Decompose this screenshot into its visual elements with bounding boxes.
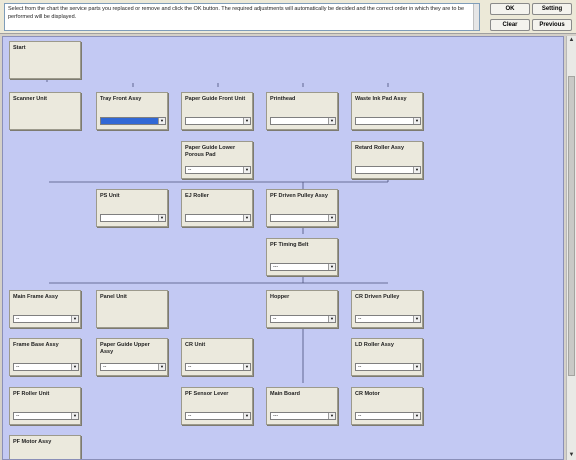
node-main-frame-assy[interactable]: Main Frame Assy -- ▼	[9, 290, 81, 328]
node-frame-base-assy[interactable]: Frame Base Assy -- ▼	[9, 338, 81, 376]
node-paper-guide-front-unit[interactable]: Paper Guide Front Unit ▼	[181, 92, 253, 130]
node-cr-motor[interactable]: CR Motor -- ▼	[351, 387, 423, 425]
cr-unit-select[interactable]: -- ▼	[185, 363, 251, 371]
node-paper-guide-upper-assy[interactable]: Paper Guide Upper Assy -- ▼	[96, 338, 168, 376]
vertical-scrollbar[interactable]: ▲ ▼	[566, 36, 576, 460]
chevron-down-icon[interactable]: ▼	[243, 364, 250, 370]
chevron-down-icon[interactable]: ▼	[413, 364, 420, 370]
chevron-down-icon[interactable]: ▼	[328, 413, 335, 419]
node-hopper[interactable]: Hopper -- ▼	[266, 290, 338, 328]
pf-sensor-lever-select[interactable]: -- ▼	[185, 412, 251, 420]
node-tray-front-assy[interactable]: Tray Front Assy ▼	[96, 92, 168, 130]
chevron-down-icon[interactable]: ▼	[158, 364, 165, 370]
node-printhead[interactable]: Printhead ▼	[266, 92, 338, 130]
node-panel-unit[interactable]: Panel Unit	[96, 290, 168, 328]
paper-guide-upper-assy-select[interactable]: -- ▼	[100, 363, 166, 371]
ej-roller-select[interactable]: ▼	[185, 214, 251, 222]
node-cr-unit[interactable]: CR Unit -- ▼	[181, 338, 253, 376]
waste-ink-pad-assy-select[interactable]: ▼	[355, 117, 421, 125]
pf-timing-belt-select[interactable]: --- ▼	[270, 263, 336, 271]
instructions-scrollbar[interactable]	[473, 4, 479, 30]
chevron-down-icon[interactable]: ▼	[413, 118, 420, 124]
node-paper-guide-lower-porous-pad[interactable]: Paper Guide Lower Porous Pad -- ▼	[181, 141, 253, 179]
cr-motor-select[interactable]: -- ▼	[355, 412, 421, 420]
chevron-down-icon[interactable]: ▼	[328, 118, 335, 124]
retard-roller-assy-select[interactable]: ▼	[355, 166, 421, 174]
chevron-down-icon[interactable]: ▼	[71, 364, 78, 370]
chevron-down-icon[interactable]: ▼	[243, 413, 250, 419]
main-frame-assy-select[interactable]: -- ▼	[13, 315, 79, 323]
main-board-select[interactable]: --- ▼	[270, 412, 336, 420]
chevron-down-icon[interactable]: ▼	[158, 215, 165, 221]
chevron-down-icon[interactable]: ▼	[158, 118, 165, 124]
node-waste-ink-pad-assy[interactable]: Waste Ink Pad Assy ▼	[351, 92, 423, 130]
tray-front-assy-select[interactable]: ▼	[100, 117, 166, 125]
node-retard-roller-assy[interactable]: Retard Roller Assy ▼	[351, 141, 423, 179]
chevron-down-icon[interactable]: ▼	[243, 215, 250, 221]
flowchart-canvas: Start Scanner Unit Tray Front Assy ▼ Pap…	[2, 36, 564, 460]
ok-button[interactable]: OK	[490, 3, 530, 15]
node-pf-timing-belt[interactable]: PF Timing Belt --- ▼	[266, 238, 338, 276]
node-start[interactable]: Start	[9, 41, 81, 79]
chevron-down-icon[interactable]: ▼	[71, 316, 78, 322]
paper-guide-lower-porous-pad-select[interactable]: -- ▼	[185, 166, 251, 174]
scroll-up-icon[interactable]: ▲	[567, 36, 576, 45]
chevron-down-icon[interactable]: ▼	[71, 413, 78, 419]
paper-guide-front-unit-select[interactable]: ▼	[185, 117, 251, 125]
node-ld-roller-assy[interactable]: LD Roller Assy -- ▼	[351, 338, 423, 376]
scroll-down-icon[interactable]: ▼	[567, 451, 576, 460]
node-ej-roller[interactable]: EJ Roller ▼	[181, 189, 253, 227]
chevron-down-icon[interactable]: ▼	[243, 167, 250, 173]
node-scanner-unit[interactable]: Scanner Unit	[9, 92, 81, 130]
chevron-down-icon[interactable]: ▼	[328, 215, 335, 221]
scrollbar-thumb[interactable]	[568, 76, 575, 376]
setting-button[interactable]: Setting	[532, 3, 572, 15]
ps-unit-select[interactable]: ▼	[100, 214, 166, 222]
chevron-down-icon[interactable]: ▼	[413, 316, 420, 322]
instructions-text: Select from the chart the service parts …	[4, 3, 480, 31]
previous-button[interactable]: Previous	[532, 19, 572, 31]
hopper-select[interactable]: -- ▼	[270, 315, 336, 323]
pf-roller-unit-select[interactable]: -- ▼	[13, 412, 79, 420]
node-pf-motor-assy[interactable]: PF Motor Assy	[9, 435, 81, 459]
frame-base-assy-select[interactable]: -- ▼	[13, 363, 79, 371]
toolbar: Select from the chart the service parts …	[0, 0, 576, 34]
node-pf-roller-unit[interactable]: PF Roller Unit -- ▼	[9, 387, 81, 425]
ld-roller-assy-select[interactable]: -- ▼	[355, 363, 421, 371]
chevron-down-icon[interactable]: ▼	[328, 264, 335, 270]
node-cr-driven-pulley[interactable]: CR Driven Pulley -- ▼	[351, 290, 423, 328]
cr-driven-pulley-select[interactable]: -- ▼	[355, 315, 421, 323]
pf-driven-pulley-assy-select[interactable]: ▼	[270, 214, 336, 222]
clear-button[interactable]: Clear	[490, 19, 530, 31]
node-pf-driven-pulley-assy[interactable]: PF Driven Pulley Assy ▼	[266, 189, 338, 227]
chevron-down-icon[interactable]: ▼	[243, 118, 250, 124]
chevron-down-icon[interactable]: ▼	[328, 316, 335, 322]
node-ps-unit[interactable]: PS Unit ▼	[96, 189, 168, 227]
chevron-down-icon[interactable]: ▼	[413, 413, 420, 419]
chevron-down-icon[interactable]: ▼	[413, 167, 420, 173]
node-main-board[interactable]: Main Board --- ▼	[266, 387, 338, 425]
printhead-select[interactable]: ▼	[270, 117, 336, 125]
node-pf-sensor-lever[interactable]: PF Sensor Lever -- ▼	[181, 387, 253, 425]
